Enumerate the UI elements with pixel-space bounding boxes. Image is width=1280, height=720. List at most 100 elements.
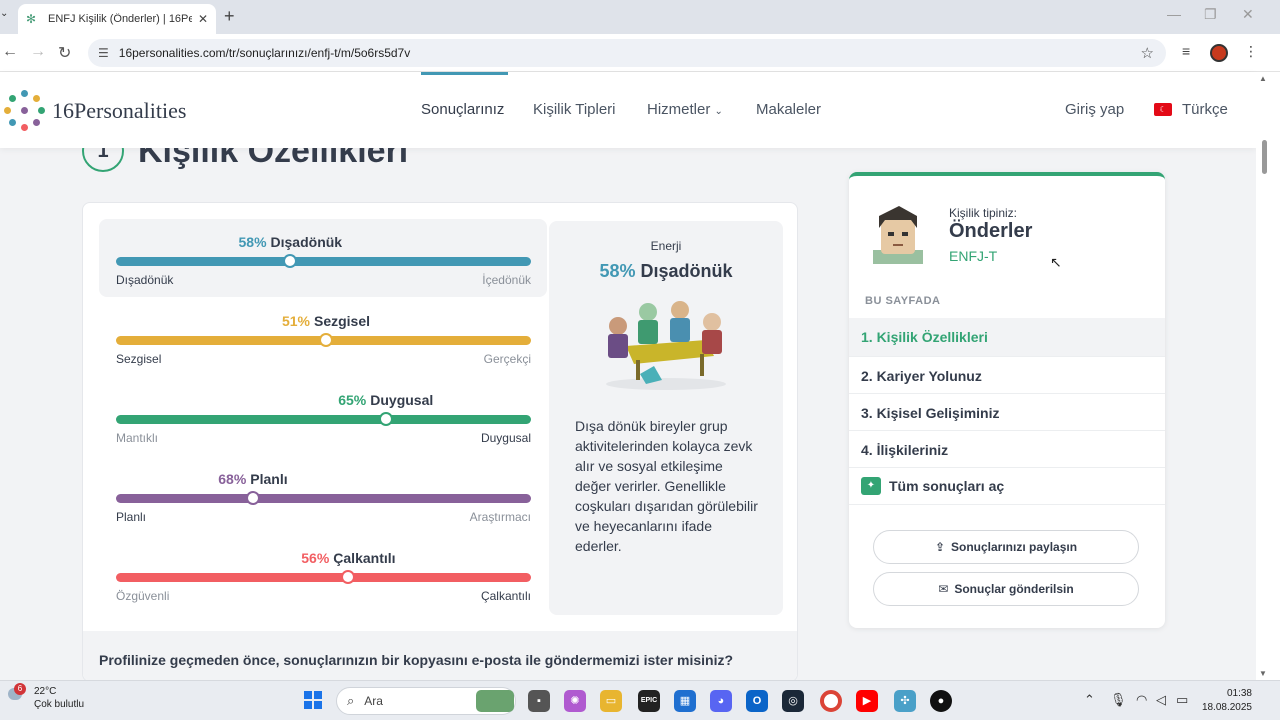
outlook-icon[interactable]: O [746, 690, 768, 712]
trait-label: 51% Sezgisel [281, 313, 371, 329]
tab-search-chevron-icon[interactable]: ⌄ [0, 8, 14, 26]
nav-services[interactable]: Hizmetler ⌄ [647, 101, 723, 118]
scroll-up-icon[interactable]: ▲ [1259, 74, 1267, 83]
type-avatar [865, 206, 931, 264]
app-pinwheel-icon[interactable]: ✣ [894, 690, 916, 712]
logo-dots-icon [4, 90, 46, 132]
share-icon: ⇪ [934, 540, 945, 554]
browser-tab[interactable]: ✻ ENFJ Kişilik (Önderler) | 16Perso ✕ [18, 4, 216, 34]
scroll-thumb[interactable] [1262, 140, 1267, 174]
trait-slider-knob[interactable] [318, 333, 333, 347]
email-results-button[interactable]: ✉ Sonuçlar gönderilsin [873, 572, 1139, 606]
trait-row[interactable]: 65% Duygusal Mantıklı Duygusal [99, 377, 547, 455]
volume-icon[interactable]: ◁ [1156, 692, 1166, 708]
restore-icon[interactable]: ❐ [1204, 6, 1217, 23]
tab-title: ENFJ Kişilik (Önderler) | 16Perso [48, 13, 192, 25]
weather-widget[interactable]: 6 22°C Çok bulutlu [6, 683, 84, 711]
media-control-icon[interactable]: ≡ [1182, 43, 1190, 59]
mail-icon: ✉ [938, 582, 949, 596]
windows-taskbar: 6 22°C Çok bulutlu ⌕ Ara ▪ ✺ ▭ EPIC ▦ ◕ … [0, 680, 1280, 720]
trait-label: 65% Duygusal [338, 392, 434, 408]
share-results-button[interactable]: ⇪ Sonuçlarınızı paylaşın [873, 530, 1139, 564]
store-icon[interactable]: ▦ [674, 690, 696, 712]
system-clock[interactable]: 01:38 18.08.2025 [1196, 687, 1252, 715]
temperature: 22°C [34, 686, 57, 697]
trait-slider-knob[interactable] [245, 491, 260, 505]
your-type-label: Kişilik tipiniz: [949, 206, 1018, 220]
scroll-down-icon[interactable]: ▼ [1259, 669, 1267, 678]
window-close-icon[interactable]: ✕ [1242, 6, 1254, 23]
profile-avatar[interactable] [1210, 44, 1228, 62]
tray-overflow-icon[interactable]: ⌃ [1084, 692, 1095, 708]
nav-personality-types[interactable]: Kişilik Tipleri [533, 101, 616, 118]
language-selector[interactable]: Türkçe [1182, 101, 1228, 118]
on-this-page-label: BU SAYFADA [865, 295, 941, 307]
file-explorer-icon[interactable]: ▭ [600, 690, 622, 712]
trait-right-pole: Duygusal [480, 431, 531, 445]
toc-unlock-all[interactable]: ✦ Tüm sonuçları aç [849, 467, 1165, 505]
epic-games-icon[interactable]: EPIC [638, 690, 660, 712]
address-bar[interactable]: ☰ 16personalities.com/tr/sonuçlarınızı/e… [88, 39, 1166, 67]
trait-left-pole: Planlı [116, 510, 147, 524]
browser-toolbar: ← → ↻ ☰ 16personalities.com/tr/sonuçları… [0, 34, 1280, 72]
forward-icon[interactable]: → [30, 43, 46, 61]
trait-row[interactable]: 51% Sezgisel Sezgisel Gerçekçi [99, 298, 547, 376]
toc-item-traits[interactable]: 1. Kişilik Özellikleri [849, 318, 1165, 356]
unlock-label: Tüm sonuçları aç [889, 478, 1005, 494]
trait-left-pole: Sezgisel [116, 352, 162, 366]
battery-icon[interactable]: ▭ [1176, 692, 1188, 708]
browser-tab-bar: ⌄ ✻ ENFJ Kişilik (Önderler) | 16Perso ✕ … [0, 0, 1280, 34]
email-prompt-text: Profilinize geçmeden önce, sonuçlarınızı… [99, 652, 734, 668]
start-windows-icon[interactable] [304, 691, 322, 709]
widgets-image-icon[interactable] [476, 690, 514, 712]
unlock-icon: ✦ [861, 477, 881, 495]
wifi-icon[interactable]: ◠ [1136, 692, 1147, 708]
nav-articles[interactable]: Makaleler [756, 101, 821, 118]
toc-item-career[interactable]: 2. Kariyer Yolunuz [849, 356, 1165, 394]
trait-slider-knob[interactable] [378, 412, 393, 426]
bookmark-star-icon[interactable]: ☆ [1141, 44, 1154, 62]
trait-right-pole: Gerçekçi [483, 352, 531, 366]
tab-close-icon[interactable]: ✕ [198, 12, 208, 26]
microphone-icon[interactable]: 🎙 [1110, 692, 1127, 708]
trait-bar [116, 494, 531, 503]
toc-item-relationships[interactable]: 4. İlişkileriniz [849, 430, 1165, 468]
site-logo[interactable]: 16Personalities [4, 90, 186, 132]
site-favicon-icon: ✻ [26, 12, 37, 26]
browser-menu-icon[interactable]: ⋮ [1244, 43, 1258, 60]
chevron-down-icon: ⌄ [714, 106, 723, 117]
youtube-icon[interactable]: ▶ [856, 690, 878, 712]
nav-results[interactable]: Sonuçlarınız [421, 101, 504, 118]
minimize-icon[interactable]: — [1167, 6, 1181, 22]
trait-category: Enerji [650, 239, 682, 253]
app-icon[interactable]: ▪ [528, 690, 550, 712]
reload-icon[interactable]: ↻ [58, 43, 71, 63]
trait-slider-knob[interactable] [283, 254, 298, 268]
toc-item-growth[interactable]: 3. Kişisel Gelişiminiz [849, 393, 1165, 431]
trait-row[interactable]: 56% Çalkantılı Özgüvenli Çalkantılı [99, 535, 547, 613]
steam-icon[interactable]: ◎ [782, 690, 804, 712]
weather-badge: 6 [14, 683, 26, 695]
trait-label: 56% Çalkantılı [301, 550, 396, 566]
trait-slider-knob[interactable] [341, 570, 356, 584]
copilot-icon[interactable]: ✺ [564, 690, 586, 712]
trait-detail-heading: 58% Dışadönük [599, 261, 733, 281]
login-link[interactable]: Giriş yap [1065, 101, 1124, 118]
email-prompt-bar: Profilinize geçmeden önce, sonuçlarınızı… [83, 631, 797, 681]
discord-icon[interactable]: ◕ [710, 690, 732, 712]
chrome-icon[interactable] [820, 690, 842, 712]
type-name: Önderler [949, 220, 1033, 242]
extraverted-group-illustration [596, 296, 736, 392]
trait-detail-panel: Enerji 58% Dışadönük Dışa dönük bireyler… [549, 221, 783, 615]
new-tab-icon[interactable]: + [224, 6, 235, 27]
trait-right-pole: Çalkantılı [480, 589, 531, 603]
trait-row[interactable]: 58% Dışadönük Dışadönük İçedönük [99, 219, 547, 297]
media-app-icon[interactable]: ● [930, 690, 952, 712]
trait-row[interactable]: 68% Planlı Planlı Araştırmacı [99, 456, 547, 534]
site-info-icon[interactable]: ☰ [98, 46, 109, 60]
page-scrollbar[interactable]: ▲ ▼ [1256, 72, 1280, 680]
type-summary-panel: Kişilik tipiniz: Önderler ENFJ-T BU SAYF… [849, 172, 1165, 628]
trait-description: Dışa dönük bireyler grup aktivitelerinde… [575, 418, 758, 554]
logo-text: 16Personalities [52, 98, 187, 123]
back-icon[interactable]: ← [2, 43, 18, 61]
